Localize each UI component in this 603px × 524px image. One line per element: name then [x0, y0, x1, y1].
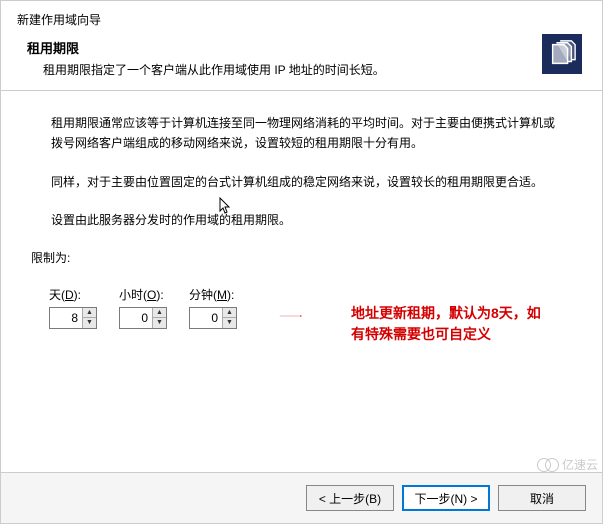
scope-icon: [542, 34, 582, 74]
wizard-header: 租用期限 租用期限指定了一个客户端从此作用域使用 IP 地址的时间长短。: [1, 28, 602, 91]
watermark: 亿速云: [537, 456, 598, 473]
minutes-spinner-buttons: ▲ ▼: [222, 308, 236, 328]
window-title: 新建作用域向导: [1, 1, 602, 28]
header-description: 租用期限指定了一个客户端从此作用域使用 IP 地址的时间长短。: [43, 61, 512, 78]
days-spinner[interactable]: 8 ▲ ▼: [49, 307, 97, 329]
hours-spinner[interactable]: 0 ▲ ▼: [119, 307, 167, 329]
limit-label: 限制为:: [31, 249, 602, 266]
hours-field-group: 小时(O): 0 ▲ ▼: [119, 286, 167, 329]
days-field-group: 天(D): 8 ▲ ▼: [49, 286, 97, 329]
body-paragraph-2: 同样，对于主要由位置固定的台式计算机组成的稳定网络来说，设置较长的租用期限更合适…: [51, 172, 562, 192]
hours-label: 小时(O):: [119, 286, 164, 303]
minutes-label: 分钟(M):: [189, 286, 234, 303]
wizard-body: 租用期限通常应该等于计算机连接至同一物理网络消耗的平均时间。对于主要由便携式计算…: [1, 91, 602, 231]
hours-up-button[interactable]: ▲: [153, 308, 166, 318]
days-spinner-buttons: ▲ ▼: [82, 308, 96, 328]
watermark-logo-icon: [537, 458, 559, 472]
annotation-text: 地址更新租期，默认为8天，如 有特殊需要也可自定义: [351, 303, 581, 345]
days-label: 天(D):: [49, 286, 81, 303]
minutes-field-group: 分钟(M): 0 ▲ ▼: [189, 286, 237, 329]
watermark-text: 亿速云: [562, 456, 598, 473]
days-down-button[interactable]: ▼: [83, 318, 96, 328]
body-paragraph-1: 租用期限通常应该等于计算机连接至同一物理网络消耗的平均时间。对于主要由便携式计算…: [51, 113, 562, 154]
wizard-footer: < 上一步(B) 下一步(N) > 取消: [1, 472, 602, 523]
hours-value[interactable]: 0: [120, 308, 152, 328]
annotation-line-2: 有特殊需要也可自定义: [351, 324, 581, 345]
annotation-line-1: 地址更新租期，默认为8天，如: [351, 303, 581, 324]
hours-spinner-buttons: ▲ ▼: [152, 308, 166, 328]
body-paragraph-3: 设置由此服务器分发时的作用域的租用期限。: [51, 210, 562, 230]
cancel-button[interactable]: 取消: [498, 485, 586, 511]
minutes-value[interactable]: 0: [190, 308, 222, 328]
next-button[interactable]: 下一步(N) >: [402, 485, 490, 511]
header-title: 租用期限: [27, 38, 512, 57]
wizard-window: 新建作用域向导 租用期限 租用期限指定了一个客户端从此作用域使用 IP 地址的时…: [0, 0, 603, 524]
days-up-button[interactable]: ▲: [83, 308, 96, 318]
days-value[interactable]: 8: [50, 308, 82, 328]
back-button[interactable]: < 上一步(B): [306, 485, 394, 511]
hours-down-button[interactable]: ▼: [153, 318, 166, 328]
minutes-down-button[interactable]: ▼: [223, 318, 236, 328]
minutes-spinner[interactable]: 0 ▲ ▼: [189, 307, 237, 329]
minutes-up-button[interactable]: ▲: [223, 308, 236, 318]
